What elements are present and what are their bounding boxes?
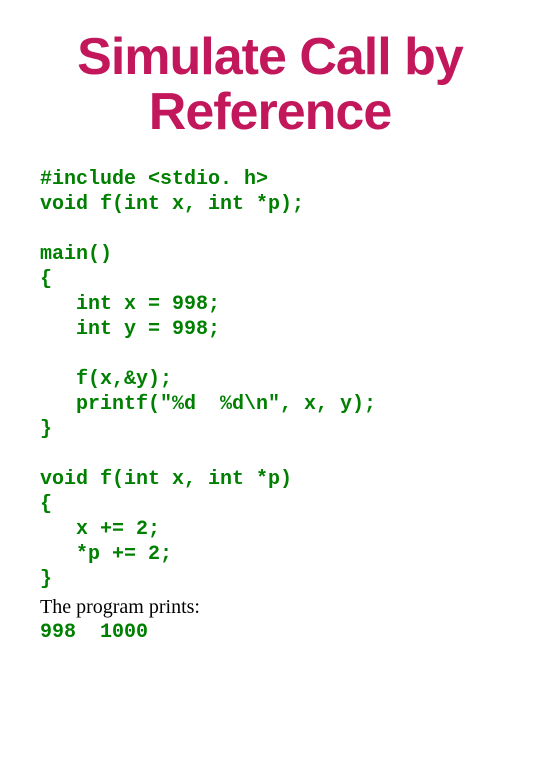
code-line: main() xyxy=(40,243,112,266)
code-line: int y = 998; xyxy=(40,318,220,341)
code-line: { xyxy=(40,493,52,516)
code-line: #include <stdio. h> xyxy=(40,168,268,191)
slide-title: Simulate Call by Reference xyxy=(40,30,500,139)
code-line: x += 2; xyxy=(40,518,160,541)
code-line: } xyxy=(40,418,52,441)
code-line: void f(int x, int *p); xyxy=(40,193,304,216)
program-output: 998 1000 xyxy=(40,621,500,644)
code-line: *p += 2; xyxy=(40,543,172,566)
code-line: void f(int x, int *p) xyxy=(40,468,292,491)
code-line: f(x,&y); xyxy=(40,368,172,391)
output-caption: The program prints: xyxy=(40,596,500,619)
code-line: { xyxy=(40,268,52,291)
code-line: int x = 998; xyxy=(40,293,220,316)
slide-container: Simulate Call by Reference #include <std… xyxy=(0,0,540,664)
code-line: printf("%d %d\n", x, y); xyxy=(40,393,376,416)
code-block: #include <stdio. h> void f(int x, int *p… xyxy=(40,167,500,592)
code-line: } xyxy=(40,568,52,591)
